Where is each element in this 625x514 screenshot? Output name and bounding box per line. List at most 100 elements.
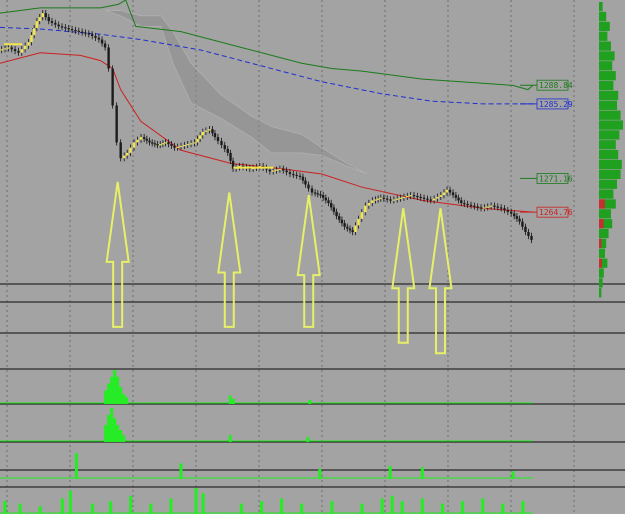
price-candle-body <box>220 141 223 145</box>
price-candle-body <box>10 47 13 50</box>
price-candle-body <box>518 218 521 222</box>
price-candle-body <box>295 174 298 177</box>
price-candle-body <box>304 180 307 185</box>
price-candle-body <box>426 198 429 200</box>
price-candle-body <box>183 145 186 147</box>
price-candle-body <box>145 138 149 141</box>
subpanel-bar <box>104 390 108 404</box>
subpanel-bar <box>122 393 126 404</box>
subpanel-bar <box>91 503 95 514</box>
price-candle-body <box>351 230 354 232</box>
volume-profile-bar <box>599 90 619 101</box>
subpanel-bar <box>318 468 322 479</box>
volume-profile-bar <box>599 110 621 120</box>
subpanel-bar <box>38 506 42 514</box>
price-candle-body <box>392 199 396 201</box>
price-candle-body <box>513 213 516 217</box>
price-candle-body <box>272 170 275 172</box>
price-candle-body <box>87 33 91 35</box>
volume-profile-bar <box>599 130 620 140</box>
subpanel-bar <box>60 498 64 514</box>
up-arrow-annotation <box>217 192 242 328</box>
price-candle-body <box>406 195 409 198</box>
price-candle-body <box>0 49 3 51</box>
price-candle-body <box>416 195 419 198</box>
price-candle-body <box>216 137 220 142</box>
price-candle-body <box>376 198 380 200</box>
price-candle-body <box>41 13 44 18</box>
subpanel-bar <box>231 398 235 404</box>
price-candle-body <box>346 226 349 229</box>
price-candle-body <box>282 168 285 171</box>
volume-profile-bar <box>599 11 607 22</box>
price-candle-body <box>150 142 154 144</box>
price-candle-body <box>319 194 322 196</box>
subpanel-bar <box>228 395 232 404</box>
volume-profile-bar <box>599 2 603 12</box>
subpanel-bar <box>116 376 120 404</box>
price-candle-body <box>445 189 449 193</box>
volume-profile-bar <box>599 278 603 288</box>
subpanel-bar <box>122 435 126 442</box>
subpanel-bar <box>306 436 310 442</box>
price-candle-body <box>170 144 173 146</box>
price-candle-body <box>226 148 229 153</box>
price-candle-body <box>324 197 328 201</box>
price-candle-body <box>463 203 466 205</box>
volume-profile-bar <box>599 268 604 278</box>
price-candle-body <box>129 147 132 153</box>
subpanel-bar <box>481 498 485 514</box>
volume-profile-bar <box>599 228 609 239</box>
price-candle-body <box>448 189 452 193</box>
price-candle-body <box>396 198 399 200</box>
price-candle-body <box>278 168 282 170</box>
subpanel-bar <box>125 397 129 404</box>
subpanel-bar <box>511 471 515 479</box>
price-candle-body <box>385 198 389 200</box>
volume-profile-bar <box>599 248 605 258</box>
price-candle-body <box>489 205 493 207</box>
price-candle-body <box>285 170 288 173</box>
price-candle-body <box>23 45 27 50</box>
subpanel-bar <box>18 503 22 514</box>
price-label: 1264.76 <box>539 208 573 217</box>
price-candle-body <box>159 144 162 146</box>
volume-profile-bar <box>599 80 614 91</box>
price-candle-body <box>13 49 17 51</box>
volume-profile-bar <box>599 189 614 199</box>
subpanel-bar <box>380 498 384 514</box>
price-candle-body <box>357 218 360 226</box>
price-candle-body <box>164 142 167 144</box>
price-candle-body <box>77 30 80 32</box>
price-candle-body <box>173 145 176 148</box>
price-candle-body <box>275 169 278 171</box>
price-candle-body <box>186 144 189 146</box>
price-candle-body <box>122 155 126 159</box>
price-candle-body <box>527 232 530 236</box>
price-candle-body <box>292 174 295 176</box>
up-arrow-annotation <box>296 194 321 328</box>
price-label: 1288.84 <box>539 81 573 90</box>
price-candle-body <box>198 135 202 139</box>
price-candle-body <box>126 152 129 156</box>
subpanel-bar <box>300 503 304 514</box>
price-candle-body <box>64 27 67 29</box>
price-candle-body <box>196 138 199 143</box>
price-candle-body <box>176 146 179 148</box>
price-candle-body <box>499 207 503 209</box>
price-label: 1271.16 <box>539 174 573 183</box>
volume-profile-bar <box>599 288 602 298</box>
price-candle-body <box>496 206 500 208</box>
subpanel-bar <box>201 493 205 514</box>
chart-root: 1288.84 1285.29 1271.16 1264.76 <box>0 0 625 514</box>
price-candle-body <box>483 207 486 209</box>
price-candle-body <box>379 197 383 199</box>
price-candle-body <box>301 176 305 181</box>
subpanel-bar <box>194 488 198 514</box>
price-candle-body <box>111 68 114 106</box>
price-candle-body <box>348 228 352 231</box>
price-candle-body <box>419 196 422 199</box>
subpanel-bar <box>259 501 263 514</box>
price-candle-body <box>80 31 84 33</box>
subpanel-bar <box>420 498 424 514</box>
